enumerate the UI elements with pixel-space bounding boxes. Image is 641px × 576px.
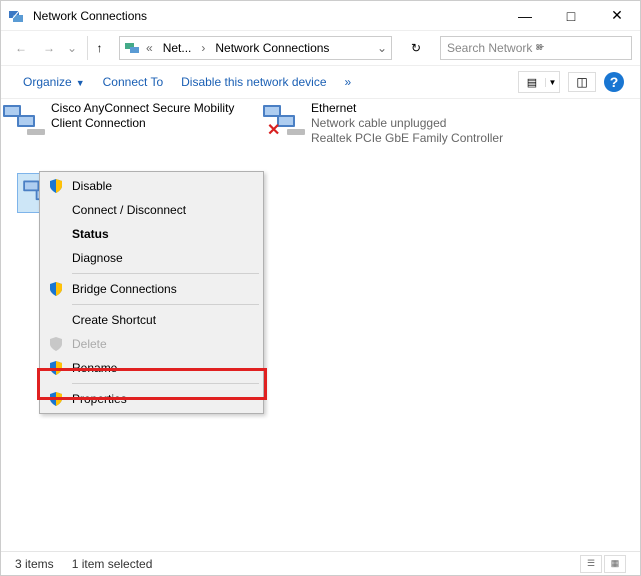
connect-to-button[interactable]: Connect To xyxy=(97,71,170,93)
ctx-create-shortcut[interactable]: Create Shortcut xyxy=(42,308,261,332)
network-adapter-icon: ✕ xyxy=(261,101,305,137)
ctx-separator xyxy=(72,383,259,384)
breadcrumb-seg1[interactable]: Net... xyxy=(159,41,196,55)
context-menu: Disable Connect / Disconnect Status Diag… xyxy=(39,171,264,414)
chevron-down-icon: ▼ xyxy=(76,78,85,88)
view-mode-icon: ▤ xyxy=(519,76,545,89)
ctx-diagnose[interactable]: Diagnose xyxy=(42,246,261,270)
svg-text:✕: ✕ xyxy=(267,122,280,137)
ctx-label: Rename xyxy=(72,361,117,375)
close-button[interactable]: ✕ xyxy=(594,1,640,31)
search-input[interactable]: Search Network Connections ⱆ xyxy=(440,36,632,60)
breadcrumb-sep-icon: « xyxy=(144,41,155,55)
status-selection-count: 1 item selected xyxy=(72,557,153,571)
help-button[interactable]: ? xyxy=(604,72,624,92)
connection-device: Realtek PCIe GbE Family Controller xyxy=(311,131,503,146)
app-icon xyxy=(1,8,31,24)
ctx-separator xyxy=(72,273,259,274)
window-title: Network Connections xyxy=(31,9,502,23)
details-view-button[interactable]: ☰ xyxy=(580,555,602,573)
status-item-count: 3 items xyxy=(15,557,54,571)
refresh-button[interactable]: ↻ xyxy=(402,36,430,60)
connection-name: Cisco AnyConnect Secure Mobility Client … xyxy=(51,101,251,131)
ctx-label: Diagnose xyxy=(72,251,123,265)
connection-item[interactable]: ✕ Ethernet Network cable unplugged Realt… xyxy=(261,101,511,146)
ctx-label: Properties xyxy=(72,392,127,406)
search-placeholder: Search Network Connections xyxy=(447,41,536,55)
history-dropdown[interactable]: ⌄ xyxy=(65,36,79,60)
ctx-label: Bridge Connections xyxy=(72,282,177,296)
ctx-bridge[interactable]: Bridge Connections xyxy=(42,277,261,301)
forward-button[interactable]: → xyxy=(37,36,61,60)
ctx-label: Disable xyxy=(72,179,112,193)
command-bar: Organize ▼ Connect To Disable this networ… xyxy=(1,65,640,99)
overflow-chevron-icon[interactable]: » xyxy=(339,75,358,89)
preview-pane-button[interactable]: ◫ xyxy=(568,72,596,92)
shield-icon xyxy=(48,391,64,407)
nav-toolbar: ← → ⌄ ↑ « Net... › Network Connections ⌄… xyxy=(1,31,640,65)
connection-name: Ethernet xyxy=(311,101,503,116)
organize-label: Organize xyxy=(23,75,72,89)
status-bar: 3 items 1 item selected ☰ ▦ xyxy=(1,551,640,575)
ctx-rename[interactable]: Rename xyxy=(42,356,261,380)
ctx-label: Status xyxy=(72,227,109,241)
breadcrumb-seg2[interactable]: Network Connections xyxy=(211,41,333,55)
shield-icon xyxy=(48,281,64,297)
view-toggle: ☰ ▦ xyxy=(580,555,626,573)
minimize-button[interactable]: — xyxy=(502,1,548,31)
ctx-delete: Delete xyxy=(42,332,261,356)
address-bar[interactable]: « Net... › Network Connections ⌄ xyxy=(119,36,392,60)
network-adapter-icon xyxy=(1,101,45,137)
organize-button[interactable]: Organize ▼ xyxy=(17,71,91,93)
search-icon: ⱆ xyxy=(536,41,625,56)
chevron-down-icon[interactable]: ▼ xyxy=(545,78,559,87)
connection-item[interactable]: Cisco AnyConnect Secure Mobility Client … xyxy=(1,101,251,137)
ctx-connect-disconnect[interactable]: Connect / Disconnect xyxy=(42,198,261,222)
shield-icon xyxy=(48,178,64,194)
ctx-separator xyxy=(72,304,259,305)
view-mode-split-button[interactable]: ▤ ▼ xyxy=(518,71,560,93)
ctx-label: Create Shortcut xyxy=(72,313,156,327)
ctx-status[interactable]: Status xyxy=(42,222,261,246)
breadcrumb-chevron-icon: › xyxy=(199,41,207,55)
shield-icon xyxy=(48,336,64,352)
location-icon xyxy=(124,40,140,56)
ctx-properties[interactable]: Properties xyxy=(42,387,261,411)
back-button[interactable]: ← xyxy=(9,36,33,60)
ctx-label: Delete xyxy=(72,337,107,351)
ctx-disable[interactable]: Disable xyxy=(42,174,261,198)
disable-device-button[interactable]: Disable this network device xyxy=(175,71,332,93)
up-button[interactable]: ↑ xyxy=(87,36,111,60)
titlebar: Network Connections — □ ✕ xyxy=(1,1,640,31)
tiles-view-button[interactable]: ▦ xyxy=(604,555,626,573)
connection-status: Network cable unplugged xyxy=(311,116,503,131)
shield-icon xyxy=(48,360,64,376)
ctx-label: Connect / Disconnect xyxy=(72,203,186,217)
maximize-button[interactable]: □ xyxy=(548,1,594,31)
address-dropdown-icon[interactable]: ⌄ xyxy=(377,41,387,55)
